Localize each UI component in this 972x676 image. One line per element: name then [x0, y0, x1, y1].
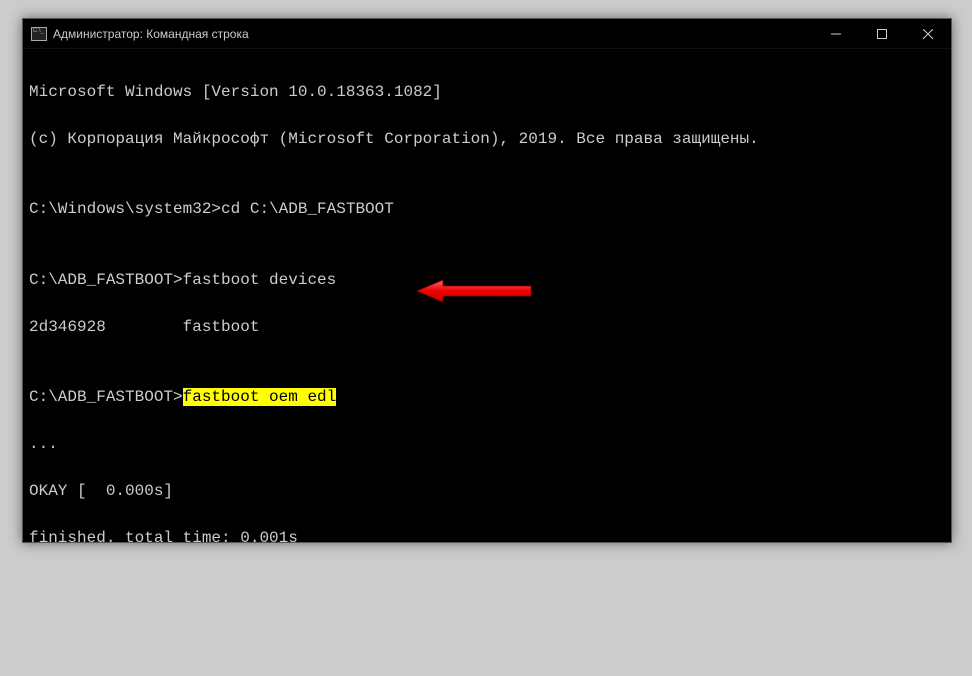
maximize-button[interactable]: [859, 19, 905, 48]
output-line: Microsoft Windows [Version 10.0.18363.10…: [29, 81, 945, 105]
command-line: C:\ADB_FASTBOOT>: [29, 598, 945, 622]
command: cd C:\ADB_FASTBOOT: [221, 200, 394, 218]
cmd-icon: [31, 27, 47, 41]
cursor: [183, 612, 192, 615]
prompt: C:\ADB_FASTBOOT>: [29, 600, 183, 618]
output-line: finished. total time: 0.001s: [29, 527, 945, 551]
window-title: Администратор: Командная строка: [53, 27, 813, 41]
command: fastboot devices: [183, 271, 337, 289]
highlighted-command: fastboot oem edl: [183, 388, 337, 406]
command-line: C:\ADB_FASTBOOT>fastboot oem edl: [29, 386, 945, 410]
minimize-button[interactable]: [813, 19, 859, 48]
output-line: 2d346928 fastboot: [29, 316, 945, 340]
terminal-output[interactable]: Microsoft Windows [Version 10.0.18363.10…: [23, 49, 951, 676]
output-line: (c) Корпорация Майкрософт (Microsoft Cor…: [29, 128, 945, 152]
prompt: C:\ADB_FASTBOOT>: [29, 388, 183, 406]
prompt: C:\Windows\system32>: [29, 200, 221, 218]
command-line: C:\Windows\system32>cd C:\ADB_FASTBOOT: [29, 198, 945, 222]
titlebar[interactable]: Администратор: Командная строка: [23, 19, 951, 49]
close-button[interactable]: [905, 19, 951, 48]
output-line: ...: [29, 433, 945, 457]
cmd-window: Администратор: Командная строка Microsof…: [22, 18, 952, 543]
command-line: C:\ADB_FASTBOOT>fastboot devices: [29, 269, 945, 293]
prompt: C:\ADB_FASTBOOT>: [29, 271, 183, 289]
output-line: OKAY [ 0.000s]: [29, 480, 945, 504]
window-controls: [813, 19, 951, 48]
